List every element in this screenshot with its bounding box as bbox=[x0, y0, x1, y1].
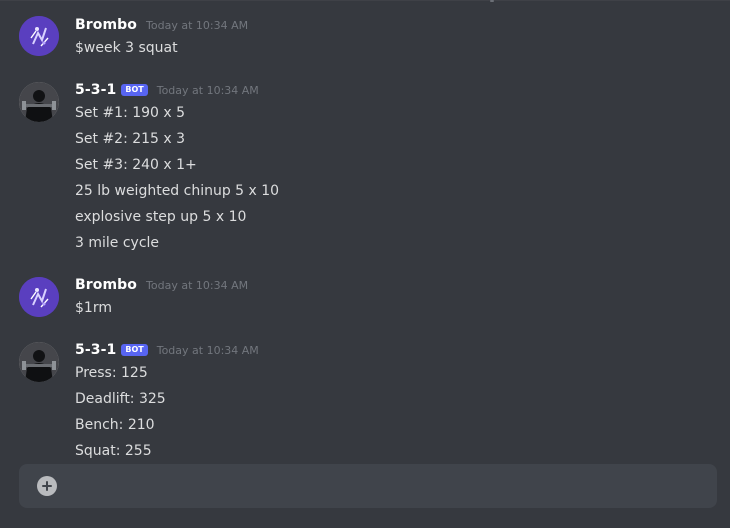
bot-tag: BOT bbox=[121, 344, 148, 356]
message-text: 25 lb weighted chinup 5 x 10 bbox=[75, 183, 280, 199]
username[interactable]: Brombo bbox=[75, 277, 137, 293]
username[interactable]: Brombo bbox=[75, 17, 137, 33]
timestamp[interactable]: Today at 10:34 AM bbox=[146, 279, 248, 292]
message-text: $1rm bbox=[75, 300, 112, 316]
timestamp[interactable]: Today at 10:34 AM bbox=[146, 19, 248, 32]
purple-figure-avatar-icon bbox=[19, 277, 59, 317]
message-text: $week 3 squat bbox=[75, 40, 178, 56]
timestamp[interactable]: Today at 10:34 AM bbox=[157, 84, 259, 97]
avatar[interactable] bbox=[19, 342, 59, 382]
plus-circle-icon[interactable] bbox=[37, 476, 57, 496]
message-header: 5-3-1 BOT Today at 10:34 AM bbox=[75, 342, 259, 360]
message-header: 5-3-1 BOT Today at 10:34 AM bbox=[75, 82, 259, 100]
chat-window: Brombo Today at 10:34 AM $week 3 squat 5… bbox=[0, 0, 730, 528]
message-text: Set #3: 240 x 1+ bbox=[75, 157, 197, 173]
message-text: Press: 125 bbox=[75, 365, 148, 381]
message-text: Deadlift: 325 bbox=[75, 391, 166, 407]
avatar[interactable] bbox=[19, 82, 59, 122]
message-composer bbox=[19, 464, 717, 510]
top-divider bbox=[0, 0, 730, 1]
dark-lifter-avatar-icon bbox=[19, 342, 59, 382]
message-text: Bench: 210 bbox=[75, 417, 155, 433]
message-text: Set #1: 190 x 5 bbox=[75, 105, 186, 121]
message-text: 3 mile cycle bbox=[75, 235, 160, 251]
message-input[interactable] bbox=[69, 464, 705, 510]
avatar[interactable] bbox=[19, 16, 59, 56]
dark-lifter-avatar-icon bbox=[19, 82, 59, 122]
username[interactable]: 5-3-1 bbox=[75, 82, 116, 98]
avatar[interactable] bbox=[19, 277, 59, 317]
username[interactable]: 5-3-1 bbox=[75, 342, 116, 358]
bot-tag: BOT bbox=[121, 84, 148, 96]
top-scroll-marker bbox=[490, 0, 494, 2]
message-text: Squat: 255 bbox=[75, 443, 152, 459]
message-text: explosive step up 5 x 10 bbox=[75, 209, 247, 225]
message-text: Set #2: 215 x 3 bbox=[75, 131, 186, 147]
purple-figure-avatar-icon bbox=[19, 16, 59, 56]
timestamp[interactable]: Today at 10:34 AM bbox=[157, 344, 259, 357]
message-header: Brombo Today at 10:34 AM bbox=[75, 277, 248, 295]
message-header: Brombo Today at 10:34 AM bbox=[75, 17, 248, 35]
